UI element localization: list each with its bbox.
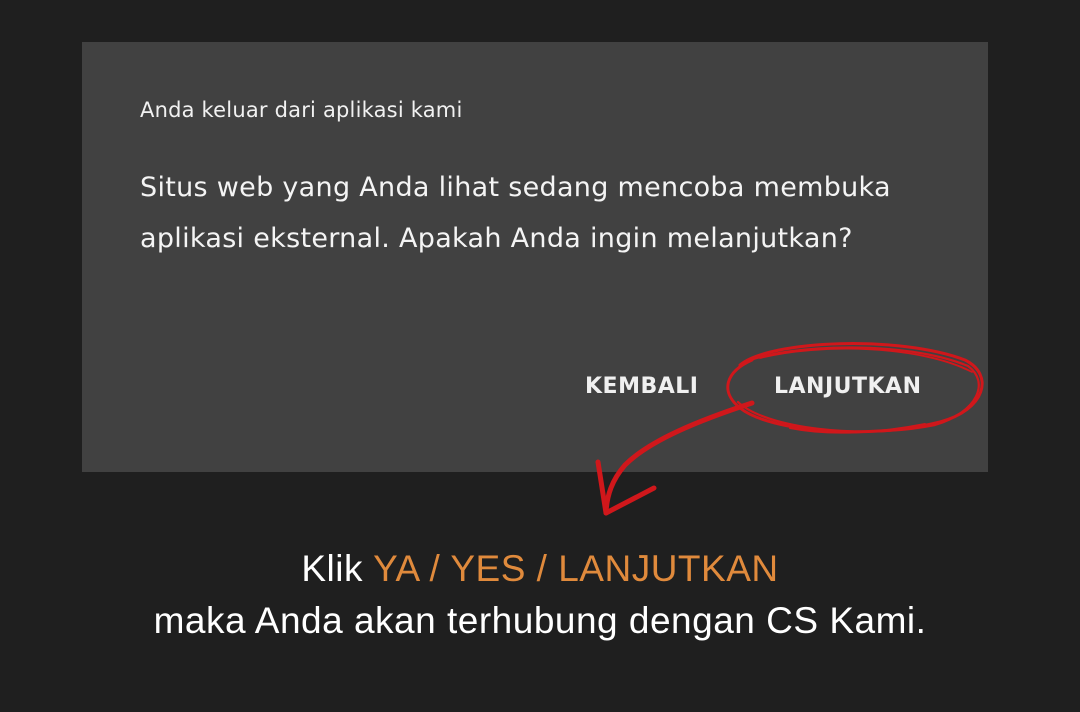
- caption-prefix: Klik: [301, 548, 374, 589]
- dialog-title: Anda keluar dari aplikasi kami: [140, 98, 463, 122]
- dialog-message: Situs web yang Anda lihat sedang mencoba…: [140, 172, 891, 254]
- caption-line-1: Klik YA / YES / LANJUTKAN: [0, 548, 1080, 590]
- continue-button[interactable]: LANJUTKAN: [774, 374, 922, 399]
- external-app-dialog: Anda keluar dari aplikasi kami Situs web…: [82, 42, 988, 472]
- caption-highlight: YA / YES / LANJUTKAN: [373, 548, 779, 589]
- caption-line-2: maka Anda akan terhubung dengan CS Kami.: [153, 600, 927, 641]
- back-button[interactable]: KEMBALI: [585, 374, 698, 399]
